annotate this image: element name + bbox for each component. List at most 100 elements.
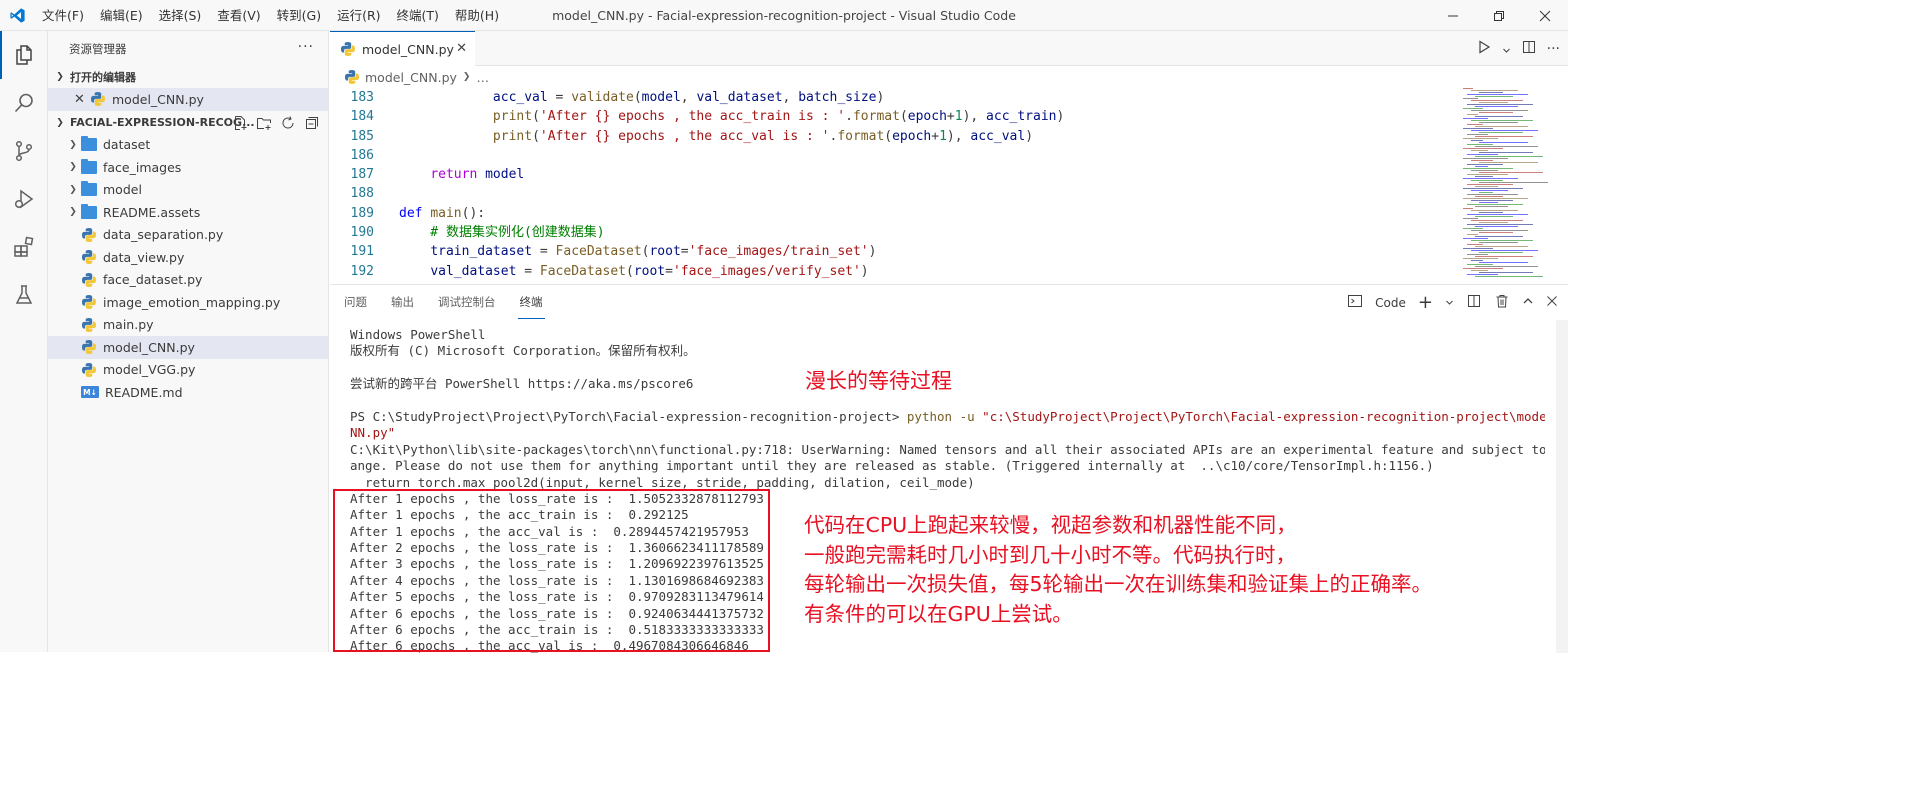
collapse-all-icon[interactable]: [304, 115, 320, 131]
breadcrumb-more[interactable]: …: [476, 70, 489, 85]
file-label: README.md: [105, 384, 183, 400]
project-section[interactable]: ❯ FACIAL-EXPRESSION-RECOG...: [48, 112, 328, 134]
refresh-icon[interactable]: [280, 115, 296, 131]
menu-item[interactable]: 终端(T): [389, 0, 447, 31]
close-window-icon[interactable]: [1522, 0, 1568, 31]
python-file-icon: [82, 362, 96, 377]
extensions-icon[interactable]: [0, 223, 48, 271]
close-editor-icon[interactable]: ✕: [74, 92, 90, 107]
folder-label: model: [103, 182, 142, 198]
folder-item[interactable]: ❯ face_images: [48, 156, 328, 179]
file-label: face_dataset.py: [103, 272, 203, 288]
annotation-note-line: 每轮输出一次损失值，每5轮输出一次在训练集和验证集上的正确率。: [804, 572, 1433, 596]
source-control-icon[interactable]: [0, 127, 48, 175]
new-terminal-icon[interactable]: +: [1418, 293, 1433, 311]
file-item[interactable]: main.py: [48, 314, 328, 337]
code-text: val_dataset = FaceDataset(root='face_ima…: [430, 263, 869, 279]
shell-label[interactable]: Code: [1375, 296, 1406, 310]
folder-item[interactable]: ❯ README.assets: [48, 201, 328, 224]
close-panel-icon[interactable]: [1546, 295, 1558, 310]
editor-group: model_CNN.py ✕ ··· model_CNN.py ❯ … 183 …: [330, 31, 1568, 284]
minimap-line: [1463, 178, 1518, 179]
minimap-line: [1467, 94, 1528, 95]
minimap-line: [1471, 160, 1493, 161]
search-icon[interactable]: [0, 79, 48, 127]
panel-tab[interactable]: 输出: [391, 285, 414, 320]
file-item[interactable]: model_VGG.py: [48, 359, 328, 382]
terminal-scrollbar[interactable]: [1556, 320, 1568, 653]
line-number: 184: [350, 109, 374, 125]
file-item[interactable]: data_separation.py: [48, 224, 328, 247]
panel-tab[interactable]: 终端: [517, 285, 545, 320]
folder-item[interactable]: ❯ model: [48, 179, 328, 202]
minimap[interactable]: [1461, 88, 1556, 284]
open-editors-section[interactable]: ❯ 打开的编辑器: [48, 66, 328, 88]
new-file-icon[interactable]: [232, 115, 248, 131]
breadcrumb-file[interactable]: model_CNN.py: [365, 70, 457, 85]
file-label: image_emotion_mapping.py: [103, 294, 281, 310]
menu-item[interactable]: 运行(R): [329, 0, 388, 31]
minimap-line: [1471, 190, 1508, 191]
annotation-note-line: 代码在CPU上跑起来较慢，视超参数和机器性能不同，: [804, 513, 1297, 537]
line-number: 188: [350, 186, 374, 202]
menu-item[interactable]: 文件(F): [34, 0, 92, 31]
minimap-line: [1463, 168, 1513, 169]
folder-item[interactable]: ❯ dataset: [48, 134, 328, 157]
terminal-line: 版权所有 (C) Microsoft Corporation。保留所有权利。: [350, 343, 696, 359]
explorer-icon[interactable]: [0, 31, 48, 79]
tab-label: model_CNN.py: [362, 41, 454, 57]
run-file-icon[interactable]: [1476, 39, 1492, 59]
minimap-line: [1471, 140, 1483, 141]
run-debug-icon[interactable]: [0, 175, 48, 223]
menu-item[interactable]: 帮助(H): [447, 0, 507, 31]
split-terminal-icon[interactable]: [1466, 293, 1482, 312]
new-folder-icon[interactable]: [256, 115, 272, 131]
code-text: train_dataset = FaceDataset(root='face_i…: [430, 244, 877, 260]
restore-icon[interactable]: [1476, 0, 1522, 31]
panel-tab[interactable]: 问题: [344, 285, 367, 320]
file-item[interactable]: face_dataset.py: [48, 269, 328, 292]
menu-item[interactable]: 转到(G): [269, 0, 329, 31]
folder-icon: [81, 203, 97, 219]
panel-tab[interactable]: 调试控制台: [438, 285, 496, 320]
file-item[interactable]: data_view.py: [48, 246, 328, 269]
code-area[interactable]: 183 acc_val = validate(model, val_datase…: [330, 88, 1460, 281]
minimap-line: [1479, 92, 1503, 93]
minimap-line: [1463, 238, 1488, 239]
minimap-line: [1467, 114, 1478, 115]
explorer-header: 资源管理器 ···: [48, 31, 328, 66]
maximize-panel-icon[interactable]: [1522, 295, 1534, 310]
minimize-icon[interactable]: [1430, 0, 1476, 31]
markdown-file-icon: M↓: [81, 386, 99, 399]
python-file-icon: [82, 340, 96, 355]
minimap-line: [1471, 180, 1503, 181]
trash-icon[interactable]: [1494, 293, 1510, 312]
minimap-line: [1475, 276, 1543, 277]
more-actions-icon[interactable]: ···: [1547, 41, 1560, 57]
close-tab-icon[interactable]: ✕: [456, 41, 467, 56]
chevron-down-icon[interactable]: [1502, 40, 1511, 59]
open-editor-item[interactable]: ✕ model_CNN.py: [48, 88, 328, 111]
line-number: 190: [350, 225, 374, 241]
tab-model-cnn[interactable]: model_CNN.py ✕: [330, 31, 475, 66]
file-item[interactable]: M↓ README.md: [48, 381, 328, 404]
minimap-line: [1463, 208, 1473, 209]
minimap-line: [1471, 210, 1518, 211]
menu-item[interactable]: 编辑(E): [92, 0, 151, 31]
minimap-line: [1463, 218, 1478, 219]
more-actions-icon[interactable]: ···: [298, 39, 314, 55]
minimap-line: [1463, 228, 1483, 229]
minimap-line: [1471, 100, 1523, 101]
code-text: print('After {} epochs , the acc_train i…: [492, 109, 1065, 125]
split-editor-icon[interactable]: [1521, 39, 1537, 59]
file-label: main.py: [103, 317, 154, 333]
chevron-down-icon[interactable]: [1445, 296, 1454, 310]
activity-bar: [0, 31, 48, 652]
menu-item[interactable]: 选择(S): [151, 0, 210, 31]
menu-item[interactable]: 查看(V): [209, 0, 268, 31]
file-item[interactable]: model_CNN.py: [48, 336, 328, 359]
python-file-icon: [91, 92, 105, 107]
file-item[interactable]: image_emotion_mapping.py: [48, 291, 328, 314]
testing-flask-icon[interactable]: [0, 271, 48, 319]
minimap-line: [1475, 266, 1538, 267]
